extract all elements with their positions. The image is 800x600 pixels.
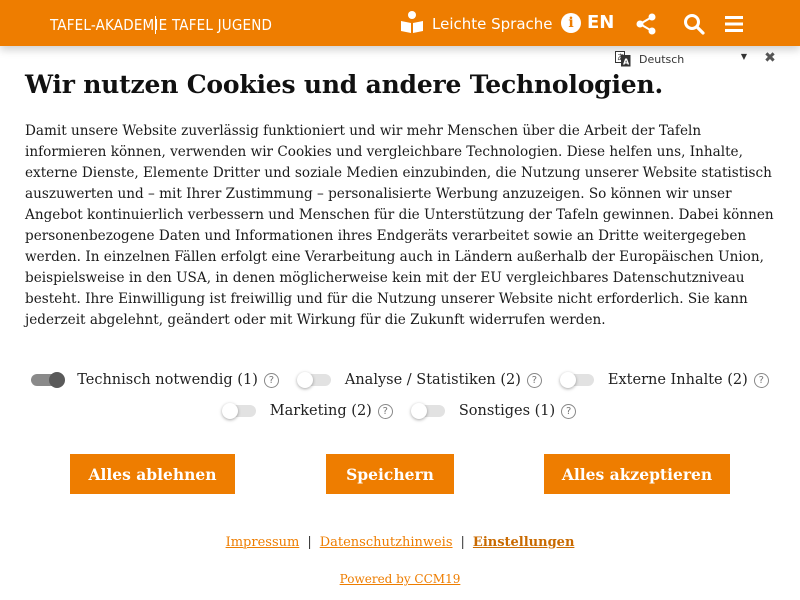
english-language-link[interactable]: i EN <box>561 12 614 33</box>
link-separator: | <box>307 535 312 550</box>
category-label: Analyse / Statistiken (2) <box>344 372 521 388</box>
help-icon[interactable]: ? <box>561 403 577 419</box>
help-icon[interactable]: ? <box>377 403 393 419</box>
link-separator: | <box>460 535 465 550</box>
category-sonstiges: Sonstiges (1) ? <box>410 403 577 419</box>
toggle-externe-inhalte[interactable] <box>559 372 594 388</box>
top-header-bar: TAFEL-AKADEMIE TAFEL JUGEND Leichte Spra… <box>0 0 800 46</box>
share-icon[interactable] <box>634 12 658 36</box>
toggle-marketing[interactable] <box>221 403 256 419</box>
category-label: Technisch notwendig (1) <box>77 372 258 388</box>
english-label: EN <box>587 12 615 33</box>
powered-by: Powered by CCM19 <box>0 572 800 586</box>
book-reader-icon <box>400 10 424 38</box>
translate-icon: あ A <box>615 51 631 67</box>
banner-title: Wir nutzen Cookies und andere Technologi… <box>25 70 663 99</box>
toggle-sonstiges[interactable] <box>410 403 445 419</box>
banner-description: Damit unsere Website zuverlässig funktio… <box>25 123 774 328</box>
svg-text:A: A <box>623 58 630 67</box>
leichte-sprache-link[interactable]: Leichte Sprache <box>400 10 553 38</box>
datenschutz-link[interactable]: Datenschutzhinweis <box>320 535 453 550</box>
nav-divider <box>155 16 156 34</box>
close-icon[interactable]: ✖ <box>763 50 777 66</box>
footer-links: Impressum | Datenschutzhinweis | Einstel… <box>0 535 800 550</box>
consent-categories-row-1: Technisch notwendig (1) ? Analyse / Stat… <box>0 372 800 388</box>
save-button[interactable]: Speichern <box>326 454 454 494</box>
nav-link-tafel-akademie[interactable]: TAFEL-AKADEMIE <box>50 16 167 34</box>
consent-categories-row-2: Marketing (2) ? Sonstiges (1) ? <box>0 403 800 419</box>
help-icon[interactable]: ? <box>753 372 769 388</box>
help-icon[interactable]: ? <box>526 372 542 388</box>
category-label: Externe Inhalte (2) <box>607 372 748 388</box>
impressum-link[interactable]: Impressum <box>226 535 300 550</box>
reject-all-button[interactable]: Alles ablehnen <box>70 454 235 494</box>
toggle-analyse-statistiken[interactable] <box>296 372 331 388</box>
search-icon[interactable] <box>682 12 706 36</box>
category-label: Sonstiges (1) <box>458 403 556 419</box>
toggle-technisch-notwendig[interactable] <box>31 372 66 388</box>
leichte-sprache-label: Leichte Sprache <box>432 15 553 33</box>
category-label: Marketing (2) <box>269 403 372 419</box>
einstellungen-link[interactable]: Einstellungen <box>473 535 575 550</box>
help-icon[interactable]: ? <box>263 372 279 388</box>
category-technisch-notwendig: Technisch notwendig (1) ? <box>31 372 279 388</box>
caret-down-icon: ▼ <box>740 52 747 61</box>
language-select-value: Deutsch <box>639 52 685 66</box>
powered-by-link[interactable]: Powered by CCM19 <box>340 572 461 586</box>
language-select[interactable]: あ A Deutsch ▼ <box>615 50 747 68</box>
accept-all-button[interactable]: Alles akzeptieren <box>544 454 730 494</box>
category-marketing: Marketing (2) ? <box>221 403 393 419</box>
nav-link-tafel-jugend[interactable]: TAFEL JUGEND <box>172 16 272 34</box>
hamburger-menu-icon[interactable] <box>722 12 746 36</box>
info-icon: i <box>561 12 581 33</box>
category-analyse-statistiken: Analyse / Statistiken (2) ? <box>296 372 542 388</box>
category-externe-inhalte: Externe Inhalte (2) ? <box>559 372 769 388</box>
